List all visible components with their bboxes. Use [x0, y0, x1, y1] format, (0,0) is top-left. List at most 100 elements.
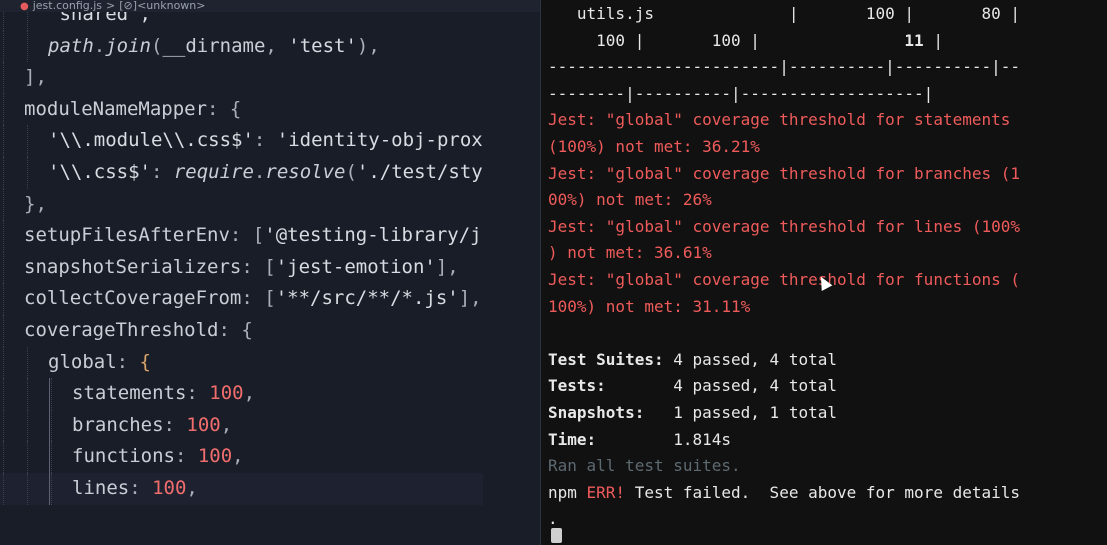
terminal-text: Jest: "global" coverage threshold for fu… — [548, 270, 1021, 289]
indent-guide — [24, 378, 48, 410]
code-line[interactable]: coverageThreshold: { — [0, 314, 483, 347]
code-token: functions — [72, 445, 175, 468]
code-token: { — [241, 318, 253, 341]
terminal-text: 00%) not met: 26% — [548, 190, 712, 210]
code-token: '**/src/**/*.js' — [275, 287, 459, 310]
terminal-text: Jest: "global" coverage threshold for li… — [548, 216, 1021, 236]
code-line[interactable]: ], — [0, 62, 483, 94]
code-line[interactable]: path.join(__dirname, 'test'), — [0, 30, 483, 63]
code-token: : — [241, 255, 265, 278]
code-line[interactable]: snapshotSerializers: ['jest-emotion'], — [0, 251, 483, 284]
terminal-text: Jest: "global" coverage threshold for st… — [548, 110, 1011, 130]
indent-guide — [48, 409, 72, 442]
terminal-panel[interactable]: utils.js | 100 | 80 | 100 | 100 | 11 | --… — [541, 0, 1107, 545]
terminal-line: 100 | 100 | 11 | — [548, 28, 943, 54]
indent-guide — [0, 93, 24, 126]
code-line[interactable]: statements: 100, — [0, 378, 483, 410]
terminal-text: 100 | 100 | — [548, 30, 905, 50]
code-token: ], — [24, 66, 47, 89]
terminal-text: 1 passed, 1 total — [644, 403, 837, 422]
terminal-line: ) not met: 36.61% — [548, 240, 712, 266]
code-token: : — [150, 160, 174, 183]
code-editor[interactable]: 'shared', path.join(__dirname, 'test'),],… — [0, 12, 540, 545]
code-line[interactable]: functions: 100, — [0, 441, 483, 473]
code-line[interactable]: global: { — [0, 346, 483, 379]
code-token: : — [116, 350, 140, 373]
code-token: , — [232, 445, 244, 468]
code-line[interactable]: branches: 100, — [0, 409, 483, 442]
breadcrumb-separator: > — [106, 0, 116, 12]
code-token: , — [220, 413, 233, 436]
code-token: , — [265, 34, 289, 57]
terminal-text: 11 — [904, 30, 924, 50]
code-token: moduleNameMapper — [24, 97, 208, 120]
code-token: ( — [150, 34, 163, 57]
code-line[interactable]: lines: 100, — [0, 472, 483, 505]
code-token: 'test' — [288, 34, 357, 57]
code-token: '@testing-library/j — [264, 224, 482, 247]
code-token: 100 — [186, 413, 221, 436]
terminal-text: 100%) not met: 31.11% — [548, 296, 751, 316]
code-line[interactable]: setupFilesAfterEnv: ['@testing-library/j — [0, 220, 483, 252]
breadcrumb-symbol[interactable]: [⊘]<unknown> — [119, 0, 205, 12]
code-token: resolve — [265, 160, 346, 183]
code-token: lines — [72, 476, 130, 499]
code-token: require — [173, 160, 254, 183]
code-token: './test/sty — [356, 160, 483, 183]
terminal-text: 4 passed, 4 total — [663, 349, 837, 369]
code-token: 'identity-obj-prox — [276, 129, 483, 152]
indent-guide — [0, 156, 24, 189]
code-token: global — [48, 350, 117, 373]
code-token: : — [174, 445, 198, 468]
code-token: branches — [72, 413, 164, 436]
code-token: 100 — [209, 382, 244, 405]
code-token: : — [241, 287, 265, 310]
code-token: , — [243, 382, 256, 405]
code-token: __dirname — [162, 34, 266, 57]
code-token: ), — [356, 34, 380, 57]
terminal-line: Time: 1.814s — [548, 427, 731, 453]
code-line[interactable]: moduleNameMapper: { — [0, 93, 483, 126]
code-line[interactable]: '\\.css$': require.resolve('./test/sty — [0, 156, 483, 189]
code-token: : — [229, 224, 253, 247]
indent-guide — [0, 409, 24, 442]
terminal-line: --------|----------|-------------------| — [548, 81, 933, 107]
breadcrumb-file[interactable]: jest.config.js — [33, 0, 102, 12]
code-token: collectCoverageFrom — [24, 287, 242, 310]
code-line[interactable]: }, — [0, 188, 483, 221]
indent-guide — [24, 409, 48, 442]
indent-guide — [0, 12, 24, 31]
terminal-line: 00%) not met: 26% — [548, 187, 712, 213]
terminal-text: . — [548, 509, 558, 529]
terminal-line: Ran all test suites. — [548, 453, 741, 479]
terminal-text: Tests: — [548, 376, 606, 396]
code-line[interactable]: '\\.module\\.css$': 'identity-obj-prox — [0, 125, 483, 157]
code-token: { — [139, 350, 151, 373]
code-token: }, — [24, 192, 47, 215]
code-token: ], — [435, 255, 459, 278]
indent-guide — [0, 314, 24, 347]
terminal-line: Jest: "global" coverage threshold for st… — [548, 107, 1010, 133]
terminal-text: 1.814s — [596, 429, 732, 449]
terminal-cursor — [551, 528, 562, 543]
terminal-line: Jest: "global" coverage threshold for li… — [548, 214, 1020, 240]
terminal-text: ) not met: 36.61% — [548, 243, 712, 263]
terminal-line: Jest: "global" coverage threshold for br… — [548, 161, 1020, 187]
code-token: [ — [264, 287, 276, 310]
terminal-text: Ran all test suites. — [548, 456, 741, 476]
terminal-line: Jest: "global" coverage threshold for fu… — [548, 267, 1020, 293]
code-token: 100 — [197, 445, 233, 468]
code-line[interactable]: 'shared', — [0, 12, 483, 31]
code-line[interactable]: collectCoverageFrom: ['**/src/**/*.js'], — [0, 283, 483, 315]
terminal-text: ERR! — [586, 482, 626, 502]
code-token: statements — [72, 382, 187, 405]
terminal-line: (100%) not met: 36.21% — [548, 134, 760, 160]
code-token: : — [207, 97, 230, 120]
indent-guide — [24, 441, 48, 473]
terminal-text: (100%) not met: 36.21% — [548, 137, 760, 156]
code-token: snapshotSerializers — [24, 255, 242, 278]
indent-guide — [0, 251, 24, 284]
terminal-line: ------------------------|----------|----… — [548, 54, 1020, 80]
code-token: ( — [345, 160, 357, 183]
code-token: '\\.module\\.css$' — [48, 129, 254, 152]
